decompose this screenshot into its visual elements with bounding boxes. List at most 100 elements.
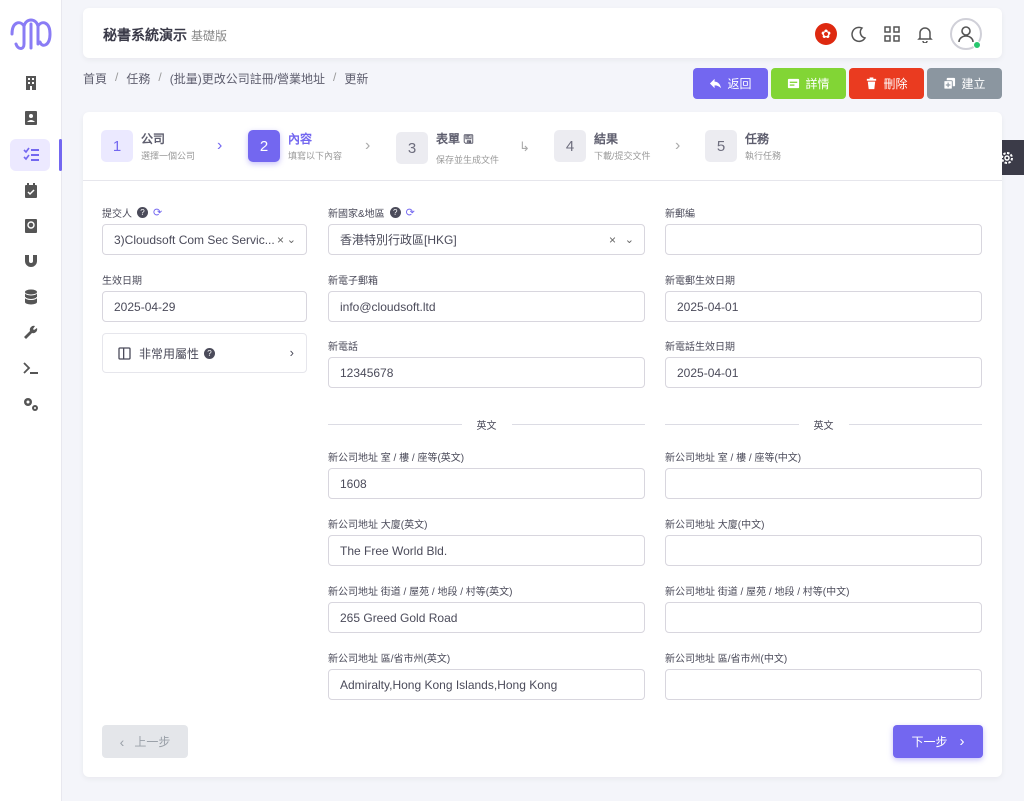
email-input[interactable]: info@cloudsoft.ltd [328,291,645,322]
language-flag-button[interactable]: ✿ [811,19,841,49]
step-task[interactable]: 5 任務 執行任務 [705,130,781,162]
nav-book-icon[interactable] [0,210,62,242]
back-button-label: 返回 [727,77,752,91]
trash-icon [867,77,877,90]
nav-tasks-icon[interactable] [0,139,62,171]
room-en-label: 新公司地址 室 / 樓 / 座等(英文) [328,453,465,464]
room-en-input[interactable]: 1608 [328,468,645,499]
nav-terminal-icon[interactable] [0,352,62,384]
topbar: 秘書系統演示 基礎版 ✿ [83,8,1002,58]
step-number: 3 [396,132,428,164]
refresh-icon[interactable]: ⟳ [153,206,162,219]
sidebar [0,0,62,801]
prev-step-button[interactable]: ‹ 上一步 [102,725,188,758]
email-label: 新電子郵箱 [328,276,378,287]
refresh-icon[interactable]: ⟳ [406,206,415,219]
nav-calendar-icon[interactable] [0,175,62,207]
zip-input[interactable] [665,224,982,255]
step-title: 內容 [288,132,313,146]
chevron-right-icon: › [959,733,965,750]
step-number: 2 [248,130,280,162]
step-title: 任務 [745,132,770,146]
nav-settings-icon[interactable] [0,388,62,420]
step-subtitle: 保存並生成文件 [436,155,500,165]
back-button[interactable]: 返回 [693,68,768,99]
district-en-input[interactable]: Admiralty,Hong Kong Islands,Hong Kong [328,669,645,700]
email-date-input[interactable]: 2025-04-01 [665,291,982,322]
uncommon-attrs-button[interactable]: 非常用屬性? › [102,333,307,373]
nav-wrench-icon[interactable] [0,317,62,349]
step-content[interactable]: 2 內容填寫以下內容 [248,130,342,162]
user-icon [958,26,974,43]
section-divider-zh: 英文 [665,417,982,432]
wizard-card: 1 公司 選擇一個公司 › 2 內容 填寫以下內容 › 3 表單 🖫 保存並生成文件 … [83,112,1002,777]
effective-date-input[interactable]: 2025-04-29 [102,291,307,322]
chevron-right-icon: › [675,137,681,154]
building-en-input[interactable]: The Free World Bld. [328,535,645,566]
submitter-label: 提交人? ⟳ [102,206,163,220]
breadcrumb-tasks[interactable]: 任務 [126,70,150,87]
building-zh-label: 新公司地址 大廈(中文) [665,520,765,531]
app-logo[interactable] [6,14,56,54]
online-status-dot [973,41,981,49]
app-title: 秘書系統演示 基礎版 [103,25,227,45]
step-result[interactable]: 4 結果 下載/提交文件 [554,130,651,162]
divider-label: 英文 [813,420,834,432]
breadcrumb-current: 更新 [344,72,369,86]
app-edition: 基礎版 [191,29,228,43]
step-title: 表單 🖫 [436,132,474,146]
phone-input[interactable]: 12345678 [328,357,645,388]
user-avatar[interactable] [950,18,982,50]
street-en-label: 新公司地址 街道 / 屋苑 / 地段 / 村等(英文) [328,587,513,598]
nav-company-icon[interactable] [0,67,62,99]
help-icon[interactable]: ? [389,207,401,218]
step-subtitle: 填寫以下內容 [288,151,343,161]
detail-button-label: 詳情 [805,77,830,91]
apps-button[interactable] [877,19,907,49]
phone-date-label: 新電話生效日期 [665,342,735,353]
submitter-value: 3)Cloudsoft Com Sec Servic... [114,232,275,247]
next-step-button[interactable]: 下一步 › [893,725,983,758]
help-icon[interactable]: ? [137,207,148,218]
uncommon-attrs-label: 非常用屬性 [139,346,200,361]
country-select[interactable]: 香港特別行政區[HKG] × ⌄ [328,224,645,255]
room-zh-input[interactable] [665,468,982,499]
moon-icon [851,26,867,43]
nav-contacts-icon[interactable] [0,102,62,134]
step-company[interactable]: 1 公司 選擇一個公司 [101,130,195,162]
street-zh-input[interactable] [665,602,982,633]
submitter-select[interactable]: 3)Cloudsoft Com Sec Servic... × ⌄ [102,224,307,255]
grid-icon [884,26,900,42]
nav-magnet-icon[interactable] [0,245,62,277]
breadcrumb-home[interactable]: 首頁 [83,70,107,87]
create-button[interactable]: 建立 [927,68,1002,99]
street-en-input[interactable]: 265 Greed Gold Road [328,602,645,633]
reply-icon [710,78,722,89]
app-title-text: 秘書系統演示 [103,27,187,43]
phone-label: 新電話 [328,342,358,353]
room-zh-label: 新公司地址 室 / 樓 / 座等(中文) [665,453,802,464]
step-title: 公司 [141,132,166,146]
action-buttons: 返回 詳情 刪除 建立 [690,68,1002,99]
step-number: 4 [554,130,586,162]
hk-flag-icon: ✿ [815,23,837,45]
step-form[interactable]: 3 表單 🖫 保存並生成文件 [396,130,499,166]
delete-button[interactable]: 刪除 [849,68,924,99]
create-button-label: 建立 [961,77,986,91]
clear-icon[interactable]: × [277,233,284,247]
help-icon[interactable]: ? [204,347,216,359]
step-subtitle: 執行任務 [745,151,782,161]
clear-icon[interactable]: × [609,233,616,247]
chevron-right-icon: › [217,137,223,154]
building-zh-input[interactable] [665,535,982,566]
dark-mode-button[interactable] [844,19,874,49]
step-number: 1 [101,130,133,162]
nav-database-icon[interactable] [0,281,62,313]
breadcrumb-task-type[interactable]: (批量)更改公司註冊/營業地址 [170,70,325,87]
notifications-button[interactable] [910,19,940,49]
detail-button[interactable]: 詳情 [771,68,846,99]
district-zh-input[interactable] [665,669,982,700]
district-en-label: 新公司地址 區/省市州(英文) [328,654,451,665]
phone-date-input[interactable]: 2025-04-01 [665,357,982,388]
delete-button-label: 刪除 [883,77,908,91]
